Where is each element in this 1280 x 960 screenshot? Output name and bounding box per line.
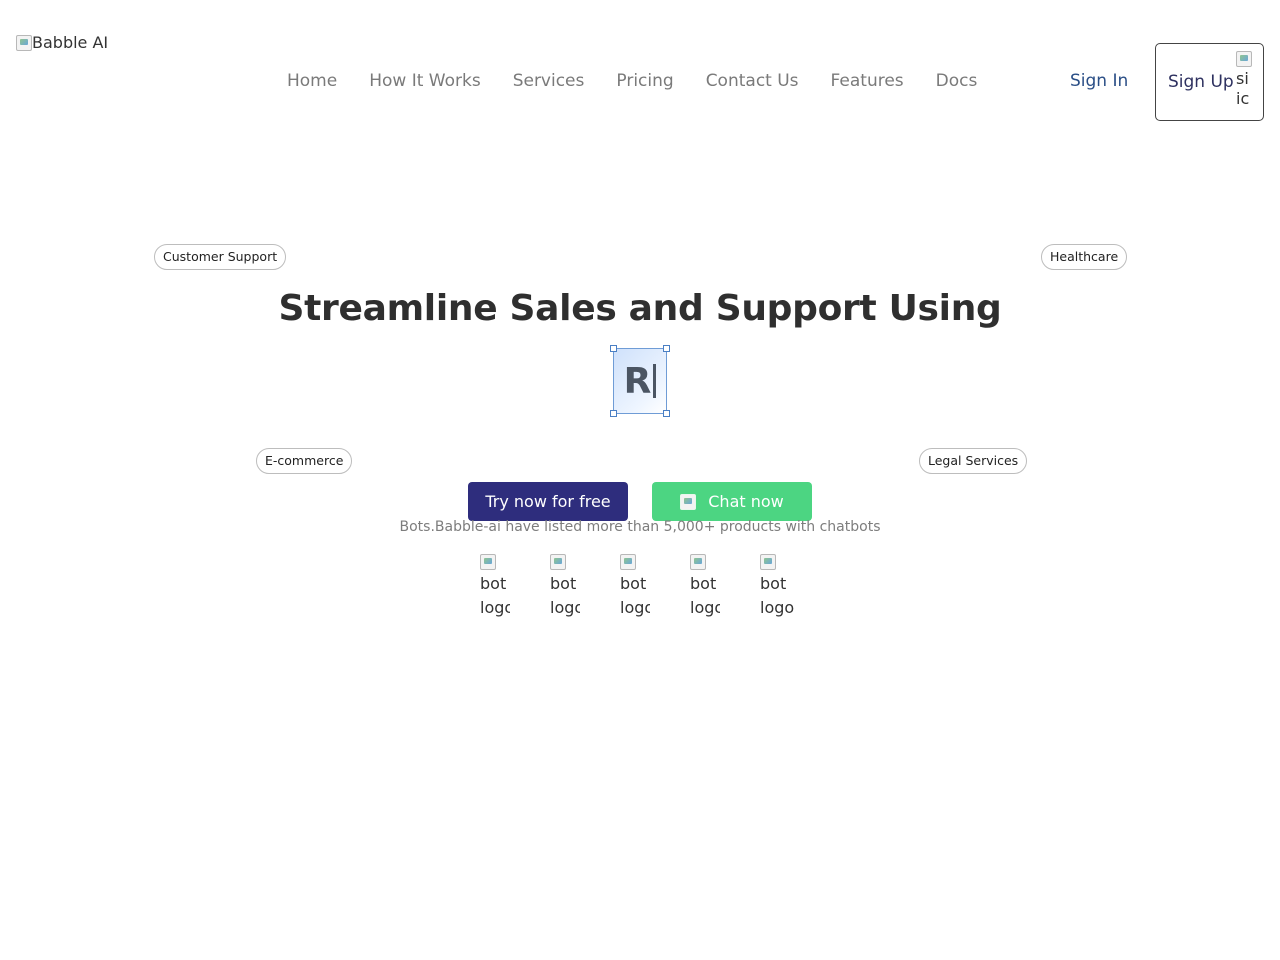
broken-image-icon [690,554,706,570]
bot-logo: bot logo [620,554,650,618]
nav-contact-us[interactable]: Contact Us [706,70,799,92]
nav-features[interactable]: Features [831,70,904,92]
logo-link[interactable]: Babble AI [16,33,108,52]
try-free-button[interactable]: Try now for free [468,482,628,521]
sign-up-icon: si ic [1236,51,1256,109]
nav-docs[interactable]: Docs [936,70,978,92]
sign-up-label: Sign Up [1168,72,1234,92]
text-caret [653,364,657,398]
bot-logo-alt-1: bot [620,574,647,593]
bot-logo-alt-1: bot [760,574,787,593]
chat-now-button[interactable]: Chat now [652,482,812,521]
resize-handle-bottom-left[interactable] [610,410,617,417]
chip-legal-services: Legal Services [919,448,1028,474]
broken-image-icon [620,554,636,570]
bot-logo: bot logo [690,554,720,618]
chat-icon [680,493,697,510]
resize-handle-top-left[interactable] [610,345,617,352]
try-free-label: Try now for free [485,492,611,511]
landing-page: Babble AI Home How It Works Services Pri… [0,0,1280,960]
broken-image-icon [1236,51,1252,67]
bot-logo: bot logo [550,554,580,618]
bot-logo: bot logo [760,554,800,618]
bot-logo-alt-1: bot [550,574,577,593]
logo-alt-text: Babble AI [32,33,109,52]
bot-logo-alt-2: logo [620,598,650,617]
typed-word: R [623,360,652,402]
nav-services[interactable]: Services [513,70,585,92]
chat-now-label: Chat now [708,492,784,511]
broken-image-icon [760,554,776,570]
nav-pricing[interactable]: Pricing [616,70,673,92]
broken-image-icon [550,554,566,570]
nav-home[interactable]: Home [287,70,337,92]
typed-word-box: R [610,345,670,417]
bot-logo-alt-1: bot [690,574,717,593]
sign-up-icon-alt-2: ic [1236,89,1250,108]
main-nav: Home How It Works Services Pricing Conta… [287,70,977,92]
broken-image-icon [480,554,496,570]
listed-products-text: Bots.Babble-ai have listed more than 5,0… [399,519,881,535]
nav-how-it-works[interactable]: How It Works [369,70,480,92]
bot-logo: bot logo [480,554,510,618]
bot-logo-alt-2: logo [760,598,795,617]
chip-customer-support: Customer Support [154,244,287,270]
sign-up-button[interactable]: Sign Up si ic [1155,43,1264,121]
resize-handle-top-right[interactable] [663,345,670,352]
bot-logo-alt-2: logo [550,598,580,617]
broken-image-icon [16,34,32,51]
bot-logos-row: bot logo bot logo bot logo bot logo bot … [480,554,800,618]
sign-in-link[interactable]: Sign In [1070,70,1128,92]
bot-logo-alt-1: bot [480,574,507,593]
hero-headline: Streamline Sales and Support Using [278,288,1002,329]
chip-healthcare: Healthcare [1041,244,1128,270]
bot-logo-alt-2: logo [480,598,510,617]
sign-up-icon-alt-1: si [1236,69,1249,88]
resize-handle-bottom-right[interactable] [663,410,670,417]
bot-logo-alt-2: logo [690,598,720,617]
chip-e-commerce: E-commerce [256,448,353,474]
